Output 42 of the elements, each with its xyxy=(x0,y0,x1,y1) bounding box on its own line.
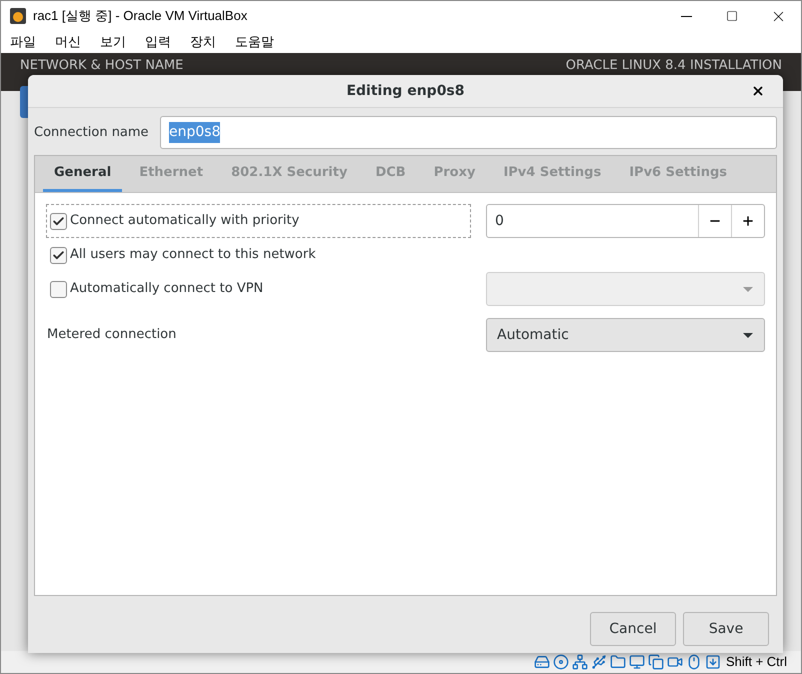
tab[interactable]: General xyxy=(43,156,122,192)
close-button[interactable] xyxy=(751,84,765,98)
close-icon xyxy=(751,84,765,98)
save-button[interactable]: Save xyxy=(683,612,769,646)
checkbox-label: Automatically connect to VPN xyxy=(70,280,264,298)
host-key-label: Shift + Ctrl xyxy=(726,653,787,672)
caret-icon xyxy=(742,332,754,338)
download-icon[interactable] xyxy=(704,654,721,670)
menu-item[interactable]: 파일 xyxy=(10,32,36,52)
caret-icon xyxy=(742,286,754,292)
mouse-icon[interactable] xyxy=(686,654,702,670)
windows-icon[interactable] xyxy=(648,654,664,670)
checkbox-row[interactable]: All users may connect to this network xyxy=(46,238,471,272)
window-title: rac1 [실행 중] - Oracle VM VirtualBox xyxy=(33,7,248,26)
app-icon xyxy=(9,7,27,25)
checkbox[interactable] xyxy=(50,212,67,230)
checkbox-row[interactable]: Connect automatically with priority xyxy=(46,204,471,238)
usb-icon[interactable] xyxy=(590,654,607,670)
menu-item[interactable]: 보기 xyxy=(100,32,126,52)
installer-section-title: NETWORK & HOST NAME xyxy=(20,57,184,75)
dropdown[interactable]: Automatic xyxy=(486,318,765,352)
network-icon[interactable] xyxy=(572,654,588,670)
checkbox[interactable] xyxy=(50,246,67,264)
priority-spin-field[interactable]: 0 xyxy=(486,204,765,238)
dialog-title: Editing enp0s8 xyxy=(346,82,465,100)
menu-item[interactable]: 도움말 xyxy=(235,32,274,52)
checkbox-label: Connect automatically with priority xyxy=(70,212,300,230)
disc-icon[interactable] xyxy=(552,654,569,670)
field-label: Metered connection xyxy=(46,326,176,344)
menu-item[interactable]: 입력 xyxy=(145,32,171,52)
check-icon xyxy=(52,248,65,262)
check-icon xyxy=(52,214,65,228)
field-label: Connection name xyxy=(34,124,148,142)
menu-item[interactable]: 장치 xyxy=(190,32,216,52)
menu-item[interactable]: 머신 xyxy=(55,32,81,52)
plus-icon xyxy=(741,214,755,228)
cancel-button[interactable]: Cancel xyxy=(590,612,676,646)
installer-product-title: ORACLE LINUX 8.4 INSTALLATION xyxy=(566,57,782,75)
monitor-icon[interactable] xyxy=(628,654,645,670)
maximize-icon xyxy=(726,10,738,22)
checkbox-label: All users may connect to this network xyxy=(70,246,316,264)
folder-icon[interactable] xyxy=(610,654,626,670)
